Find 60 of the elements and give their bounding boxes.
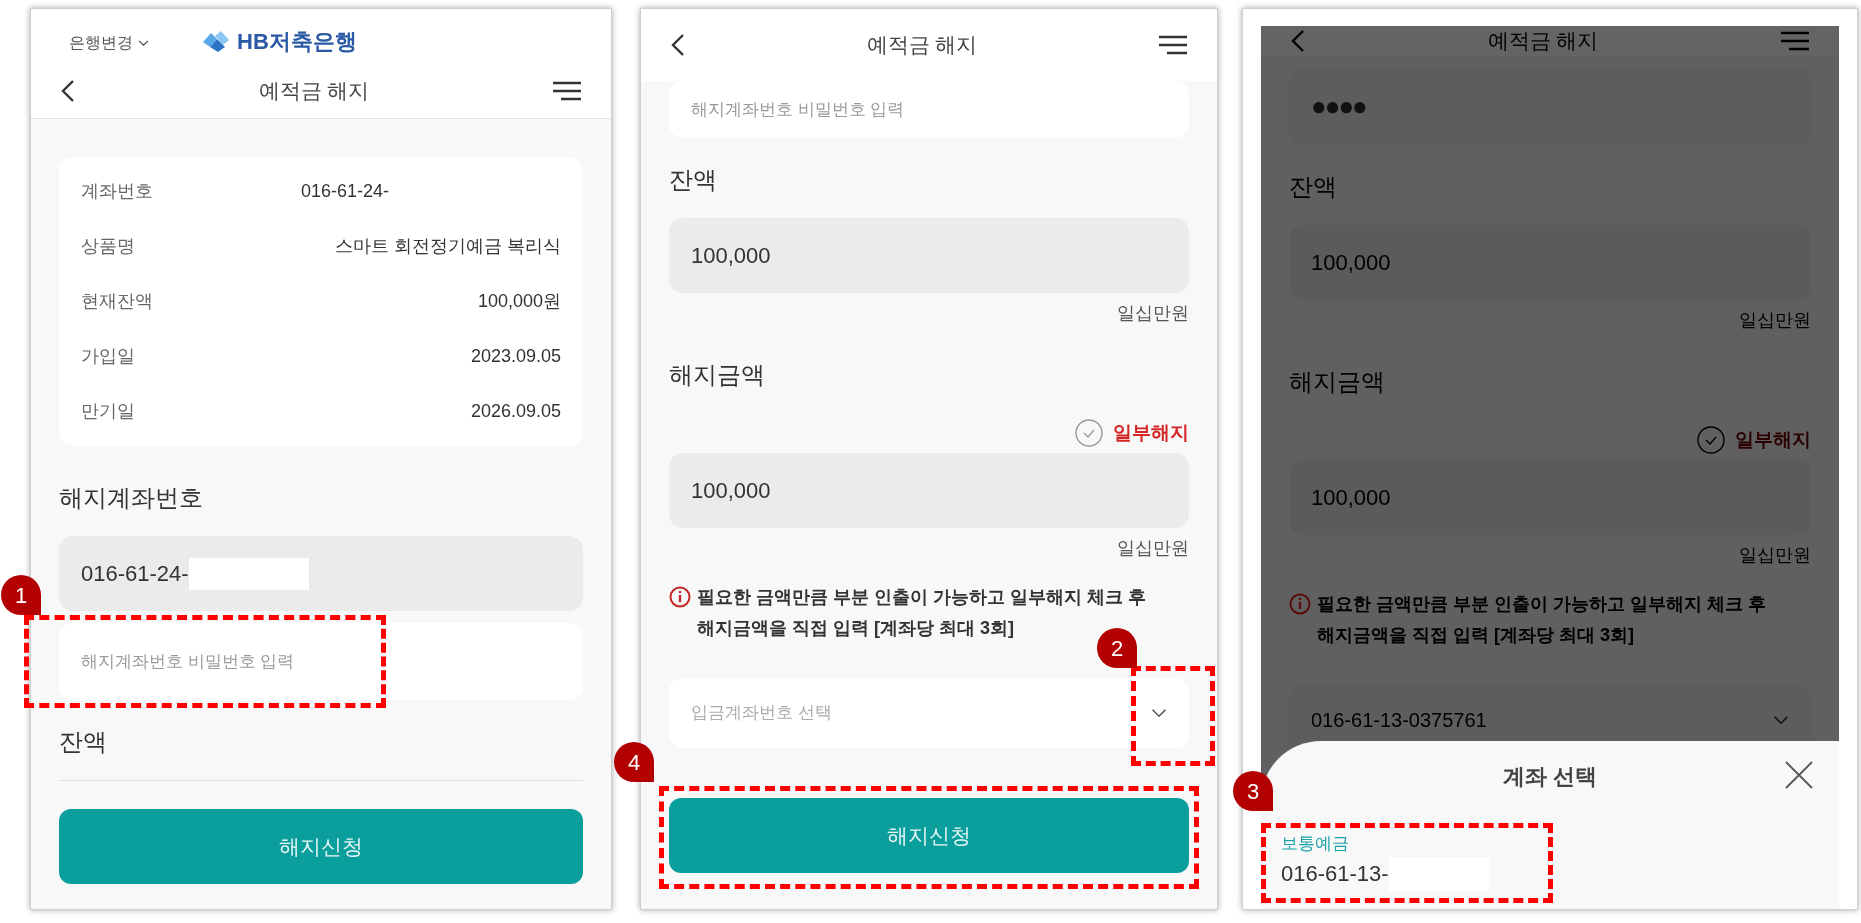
amount-in-words: 일십만원 (1116, 301, 1189, 325)
amount-field: 100,000 (669, 218, 1189, 293)
info-icon (1289, 593, 1311, 615)
info-label: 만기일 (81, 400, 136, 423)
account-select-dropdown[interactable]: 입금계좌번호 선택 (669, 678, 1189, 748)
account-type-label: 보통예금 (1281, 833, 1350, 855)
page-title: 예적금 해지 (866, 32, 978, 59)
step-marker: 2 (1097, 628, 1137, 668)
amount-field: 100,000 (1289, 225, 1811, 300)
password-field[interactable]: ●●●● (1289, 68, 1811, 145)
partial-cancel-label[interactable]: 일부해지 (1735, 425, 1811, 455)
notice-text: 필요한 금액만큼 부분 인출이 가능하고 일부해지 체크 후 해지금액을 직접 입력 [계좌당 최대 3회] (1317, 593, 1767, 647)
info-value: 016-61-24- (301, 180, 391, 203)
info-label: 상품명 (81, 235, 136, 258)
page-title: 예적금 해지 (1487, 28, 1599, 55)
bank-logo-text: HB저축은행 (237, 28, 357, 56)
info-value: 100,000원 (476, 290, 561, 313)
menu-icon[interactable] (1159, 35, 1187, 55)
menu-icon[interactable] (553, 81, 581, 101)
chevron-down-icon (1151, 708, 1167, 718)
partial-cancel-label[interactable]: 일부해지 (1113, 418, 1189, 448)
section-label: 잔액 (669, 165, 718, 195)
password-field[interactable]: 해지계좌번호 비밀번호 입력 (59, 623, 583, 700)
back-icon[interactable] (671, 33, 685, 57)
chevron-down-icon (1773, 715, 1789, 725)
info-value: 2023.09.05 (469, 345, 561, 368)
step-marker: 1 (1, 575, 41, 615)
amount-in-words: 일십만원 (1116, 536, 1189, 560)
step-marker: 3 (1233, 771, 1273, 811)
info-value: 2026.09.05 (469, 400, 561, 423)
amount-in-words: 일십만원 (1738, 543, 1811, 567)
chevron-down-icon (138, 38, 149, 47)
check-circle-icon[interactable] (1697, 426, 1725, 454)
password-field[interactable]: 해지계좌번호 비밀번호 입력 (669, 81, 1189, 138)
info-label: 현재잔액 (81, 290, 154, 313)
section-label: 잔액 (59, 727, 108, 757)
close-icon[interactable] (1785, 761, 1813, 789)
section-label: 해지금액 (669, 360, 766, 390)
account-list-item[interactable]: 보통예금 016-61-13- (1281, 831, 1531, 891)
bank-switch-dropdown[interactable]: 은행변경 (69, 30, 149, 55)
section-label: 해지금액 (1289, 367, 1386, 397)
info-label: 계좌번호 (81, 180, 154, 203)
amount-field: 100,000 (1289, 460, 1811, 535)
page-title: 예적금 해지 (258, 78, 370, 105)
cancel-request-button[interactable]: 해지신청 (59, 809, 583, 884)
section-label: 잔액 (1289, 172, 1338, 202)
account-number: 016-61-13- (1281, 860, 1389, 888)
amount-in-words: 일십만원 (1738, 308, 1811, 332)
check-circle-icon[interactable] (1075, 419, 1103, 447)
back-icon[interactable] (61, 79, 75, 103)
cancel-request-button[interactable]: 해지신청 (669, 798, 1189, 873)
info-label: 가입일 (81, 345, 136, 368)
info-value: 스마트 회전정기예금 복리식 (334, 235, 561, 258)
info-icon (669, 586, 691, 608)
diamond-logo-icon (201, 29, 231, 54)
amount-field: 016-61-24- (59, 536, 583, 611)
section-label: 해지계좌번호 (59, 483, 204, 513)
step-marker: 4 (614, 742, 654, 782)
sheet-title: 계좌 선택 (1502, 762, 1598, 791)
amount-field: 100,000 (669, 453, 1189, 528)
